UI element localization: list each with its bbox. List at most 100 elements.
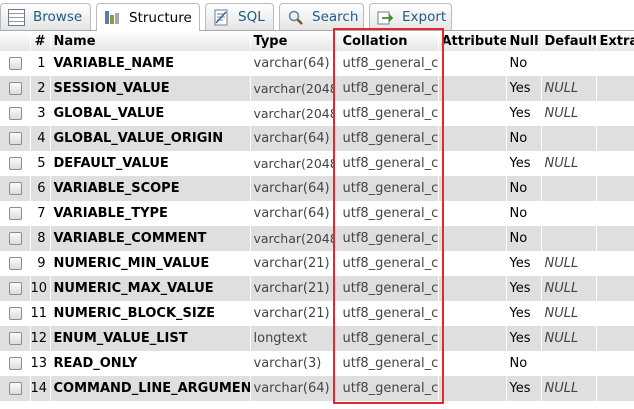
- column-type: varchar(21): [250, 301, 335, 326]
- column-extra: [596, 326, 634, 351]
- column-attributes: [438, 126, 507, 151]
- column-extra: [596, 101, 634, 126]
- row-checkbox[interactable]: [9, 332, 22, 345]
- table-row: 2 SESSION_VALUE varchar(2048) utf8_general_…: [0, 76, 634, 101]
- tab-bar: Browse Structure SQL Search Export: [0, 0, 634, 31]
- row-number: 5: [30, 151, 51, 176]
- column-collation: utf8_general_ci: [334, 176, 439, 201]
- header-name[interactable]: Name: [50, 31, 251, 51]
- tab-sql[interactable]: SQL: [205, 3, 274, 30]
- tab-search[interactable]: Search: [279, 3, 364, 30]
- row-select-cell: [0, 301, 31, 326]
- column-default: [541, 126, 597, 151]
- column-name[interactable]: NUMERIC_MAX_VALUE: [50, 276, 251, 301]
- column-name[interactable]: NUMERIC_BLOCK_SIZE: [50, 301, 251, 326]
- row-checkbox[interactable]: [9, 307, 22, 320]
- row-checkbox[interactable]: [9, 182, 22, 195]
- column-type: varchar(2048): [250, 226, 335, 251]
- row-select-cell: [0, 51, 31, 76]
- column-null: Yes: [506, 276, 542, 301]
- row-checkbox[interactable]: [9, 157, 22, 170]
- column-type: longtext: [250, 326, 335, 351]
- column-name[interactable]: ENUM_VALUE_LIST: [50, 326, 251, 351]
- column-collation: utf8_general_ci: [334, 151, 439, 176]
- tab-structure-label: Structure: [129, 9, 192, 26]
- column-name[interactable]: DEFAULT_VALUE: [50, 151, 251, 176]
- header-collation[interactable]: Collation: [334, 31, 439, 51]
- column-attributes: [438, 151, 507, 176]
- column-name[interactable]: VARIABLE_TYPE: [50, 201, 251, 226]
- column-name[interactable]: COMMAND_LINE_ARGUMENT: [50, 376, 251, 401]
- column-name[interactable]: GLOBAL_VALUE: [50, 101, 251, 126]
- column-name[interactable]: GLOBAL_VALUE_ORIGIN: [50, 126, 251, 151]
- header-extra[interactable]: Extra: [596, 31, 634, 51]
- header-num: #: [30, 31, 51, 51]
- export-icon: [377, 9, 394, 26]
- row-select-cell: [0, 376, 31, 401]
- column-null: Yes: [506, 151, 542, 176]
- row-checkbox[interactable]: [9, 382, 22, 395]
- column-type: varchar(2048): [250, 76, 335, 101]
- row-number: 8: [30, 226, 51, 251]
- row-select-cell: [0, 351, 31, 376]
- column-collation: utf8_general_ci: [334, 326, 439, 351]
- table-header-row: # Name Type Collation Attributes Null De…: [0, 31, 634, 51]
- row-number: 6: [30, 176, 51, 201]
- tab-export[interactable]: Export: [369, 3, 452, 30]
- column-null: Yes: [506, 301, 542, 326]
- row-checkbox[interactable]: [9, 57, 22, 70]
- column-extra: [596, 51, 634, 76]
- tab-browse-label: Browse: [33, 9, 83, 25]
- row-checkbox[interactable]: [9, 232, 22, 245]
- column-collation: utf8_general_ci: [334, 276, 439, 301]
- header-type[interactable]: Type: [250, 31, 335, 51]
- tab-browse[interactable]: Browse: [0, 3, 91, 30]
- row-checkbox[interactable]: [9, 132, 22, 145]
- column-collation: utf8_general_ci: [334, 226, 439, 251]
- column-attributes: [438, 51, 507, 76]
- column-name[interactable]: NUMERIC_MIN_VALUE: [50, 251, 251, 276]
- column-name[interactable]: VARIABLE_COMMENT: [50, 226, 251, 251]
- column-collation: utf8_general_ci: [334, 76, 439, 101]
- row-number: 13: [30, 351, 51, 376]
- column-attributes: [438, 326, 507, 351]
- row-select-cell: [0, 226, 31, 251]
- header-default[interactable]: Default: [541, 31, 597, 51]
- table-row: 10 NUMERIC_MAX_VALUE varchar(21) utf8_gener…: [0, 276, 634, 301]
- column-default: NULL: [541, 326, 597, 351]
- column-extra: [596, 301, 634, 326]
- header-attributes[interactable]: Attributes: [438, 31, 507, 51]
- column-default: NULL: [541, 76, 597, 101]
- table-row: 9 NUMERIC_MIN_VALUE varchar(21) utf8_genera…: [0, 251, 634, 276]
- column-type: varchar(64): [250, 376, 335, 401]
- row-checkbox[interactable]: [9, 107, 22, 120]
- table-row: 13 READ_ONLY varchar(3) utf8_general_ci No: [0, 351, 634, 376]
- column-collation: utf8_general_ci: [334, 101, 439, 126]
- column-attributes: [438, 376, 507, 401]
- column-name[interactable]: VARIABLE_NAME: [50, 51, 251, 76]
- structure-table: # Name Type Collation Attributes Null De…: [0, 31, 634, 401]
- column-name[interactable]: READ_ONLY: [50, 351, 251, 376]
- row-checkbox[interactable]: [9, 257, 22, 270]
- tab-structure[interactable]: Structure: [96, 3, 200, 31]
- table-row: 8 VARIABLE_COMMENT varchar(2048) utf8_gener…: [0, 226, 634, 251]
- row-checkbox[interactable]: [9, 357, 22, 370]
- row-number: 7: [30, 201, 51, 226]
- column-extra: [596, 226, 634, 251]
- table-row: 11 NUMERIC_BLOCK_SIZE varchar(21) utf8_gene…: [0, 301, 634, 326]
- column-default: [541, 176, 597, 201]
- row-checkbox[interactable]: [9, 282, 22, 295]
- row-checkbox[interactable]: [9, 82, 22, 95]
- column-default: [541, 51, 597, 76]
- row-number: 11: [30, 301, 51, 326]
- row-checkbox[interactable]: [9, 207, 22, 220]
- column-type: varchar(2048): [250, 101, 335, 126]
- column-name[interactable]: SESSION_VALUE: [50, 76, 251, 101]
- column-name[interactable]: VARIABLE_SCOPE: [50, 176, 251, 201]
- row-select-cell: [0, 326, 31, 351]
- header-null[interactable]: Null: [506, 31, 542, 51]
- column-default: [541, 201, 597, 226]
- browse-icon: [8, 8, 25, 26]
- column-attributes: [438, 351, 507, 376]
- column-default: NULL: [541, 151, 597, 176]
